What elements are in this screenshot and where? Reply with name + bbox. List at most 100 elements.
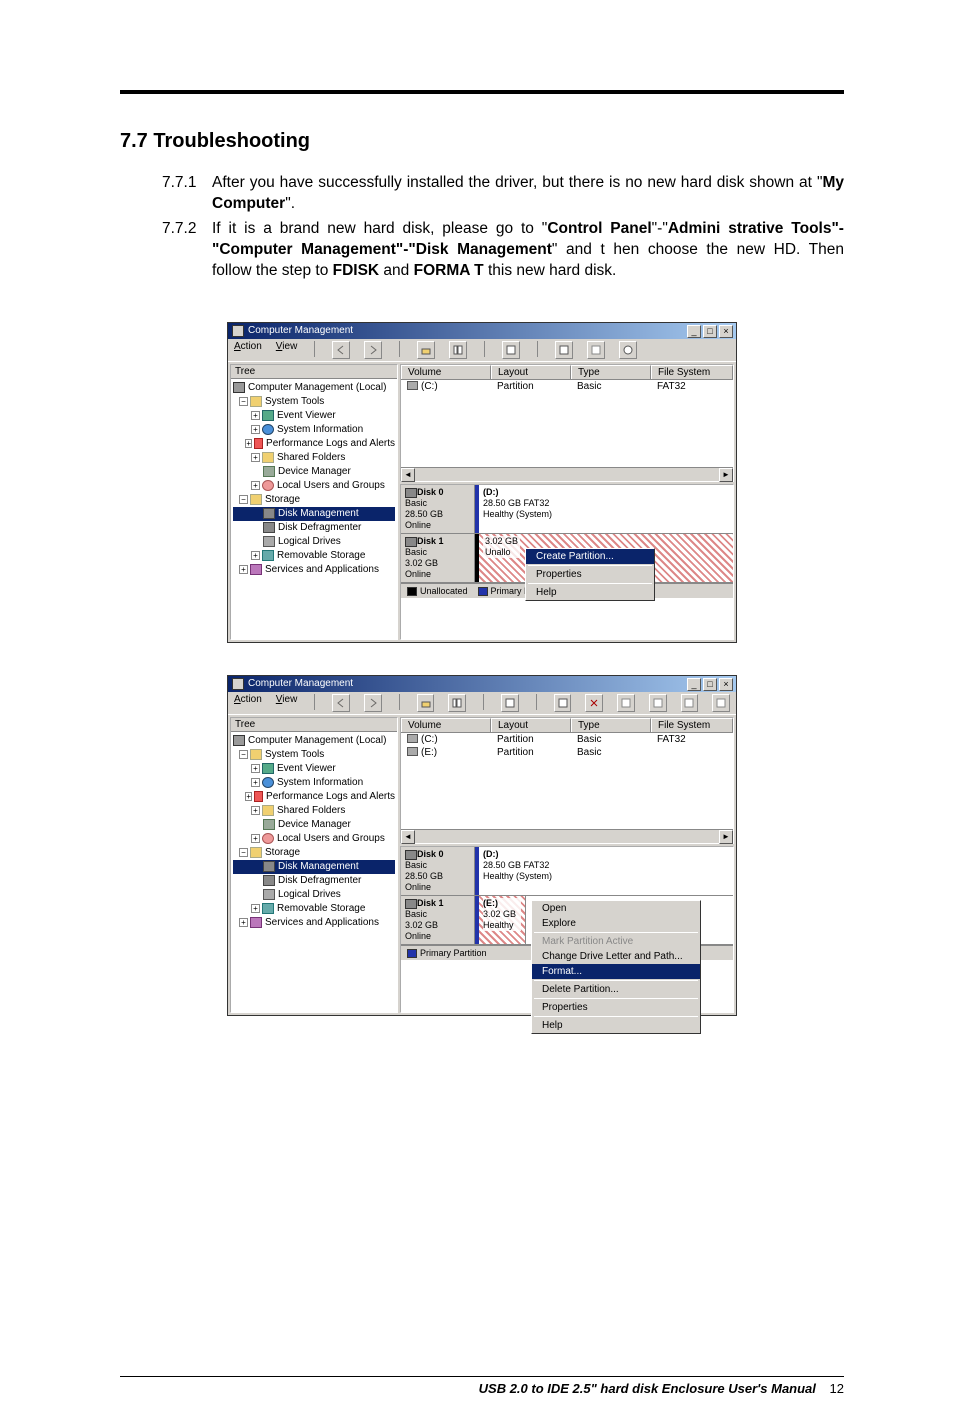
disk-1-partition-e[interactable]: (E:) 3.02 GB Healthy bbox=[475, 896, 525, 944]
tree-disk-management[interactable]: Disk Management bbox=[233, 860, 395, 874]
nav-back-button[interactable] bbox=[332, 694, 350, 712]
menu-properties[interactable]: Properties bbox=[526, 567, 654, 582]
expand-icon[interactable]: + bbox=[251, 778, 260, 787]
menu-action[interactable]: Action bbox=[234, 694, 262, 712]
volume-row-c[interactable]: (C:) Partition Basic FAT32 bbox=[401, 733, 733, 746]
expand-icon[interactable]: + bbox=[251, 425, 260, 434]
scroll-left-button[interactable]: ◄ bbox=[401, 830, 415, 844]
help-button[interactable] bbox=[619, 341, 637, 359]
collapse-icon[interactable]: − bbox=[239, 750, 248, 759]
tree-local-users[interactable]: +Local Users and Groups bbox=[233, 479, 395, 493]
horizontal-scrollbar[interactable]: ◄► bbox=[401, 467, 733, 481]
collapse-icon[interactable]: − bbox=[239, 495, 248, 504]
close-button[interactable]: × bbox=[719, 678, 733, 691]
col-volume[interactable]: Volume bbox=[401, 365, 491, 379]
col-filesystem[interactable]: File System bbox=[651, 365, 733, 379]
tree-disk-management[interactable]: Disk Management bbox=[233, 507, 395, 521]
disk-0-partition[interactable]: (D:) 28.50 GB FAT32 Healthy (System) bbox=[475, 485, 733, 533]
horizontal-scrollbar[interactable]: ◄► bbox=[401, 829, 733, 843]
menu-format[interactable]: Format... bbox=[532, 964, 700, 979]
menu-explore[interactable]: Explore bbox=[532, 916, 700, 931]
toolbar-button[interactable] bbox=[712, 694, 730, 712]
tree-shared-folders[interactable]: +Shared Folders bbox=[233, 804, 395, 818]
up-button[interactable] bbox=[417, 694, 435, 712]
toolbar-button[interactable] bbox=[617, 694, 635, 712]
expand-icon[interactable]: + bbox=[245, 439, 252, 448]
expand-icon[interactable]: + bbox=[251, 551, 260, 560]
toolbar-button[interactable] bbox=[649, 694, 667, 712]
expand-icon[interactable]: + bbox=[251, 481, 260, 490]
tree-tab[interactable]: Tree bbox=[231, 365, 397, 379]
col-volume[interactable]: Volume bbox=[401, 718, 491, 732]
tree-system-info[interactable]: +System Information bbox=[233, 776, 395, 790]
tree-event-viewer[interactable]: +Event Viewer bbox=[233, 762, 395, 776]
properties-button[interactable] bbox=[501, 694, 519, 712]
expand-icon[interactable]: + bbox=[251, 411, 260, 420]
tree-root[interactable]: Computer Management (Local) bbox=[233, 381, 395, 395]
expand-icon[interactable]: + bbox=[251, 764, 260, 773]
collapse-icon[interactable]: − bbox=[239, 397, 248, 406]
menu-delete-partition[interactable]: Delete Partition... bbox=[532, 982, 700, 997]
delete-button[interactable] bbox=[585, 694, 603, 712]
col-filesystem[interactable]: File System bbox=[651, 718, 733, 732]
menu-mark-active[interactable]: Mark Partition Active bbox=[532, 934, 700, 949]
tree-event-viewer[interactable]: +Event Viewer bbox=[233, 409, 395, 423]
menu-properties[interactable]: Properties bbox=[532, 1000, 700, 1015]
col-type[interactable]: Type bbox=[571, 365, 651, 379]
menu-view[interactable]: View bbox=[276, 694, 298, 712]
volume-row-e[interactable]: (E:) Partition Basic bbox=[401, 746, 733, 759]
col-type[interactable]: Type bbox=[571, 718, 651, 732]
disk-0-label[interactable]: Disk 0 Basic 28.50 GB Online bbox=[401, 847, 475, 895]
scroll-left-button[interactable]: ◄ bbox=[401, 468, 415, 482]
menu-create-partition[interactable]: Create Partition... bbox=[526, 549, 654, 564]
tree-device-manager[interactable]: Device Manager bbox=[233, 818, 395, 832]
tree-disk-defrag[interactable]: Disk Defragmenter bbox=[233, 521, 395, 535]
titlebar[interactable]: Computer Management _ □ × bbox=[228, 323, 736, 339]
tree-local-users[interactable]: +Local Users and Groups bbox=[233, 832, 395, 846]
expand-icon[interactable]: + bbox=[239, 565, 248, 574]
menu-open[interactable]: Open bbox=[532, 901, 700, 916]
tree-system-info[interactable]: +System Information bbox=[233, 423, 395, 437]
close-button[interactable]: × bbox=[719, 325, 733, 338]
properties-button[interactable] bbox=[502, 341, 520, 359]
col-layout[interactable]: Layout bbox=[491, 718, 571, 732]
disk-1-label[interactable]: Disk 1 Basic 3.02 GB Online bbox=[401, 896, 475, 944]
collapse-icon[interactable]: − bbox=[239, 848, 248, 857]
col-layout[interactable]: Layout bbox=[491, 365, 571, 379]
disk-0-label[interactable]: Disk 0 Basic 28.50 GB Online bbox=[401, 485, 475, 533]
nav-forward-button[interactable] bbox=[364, 694, 382, 712]
tree-logical-drives[interactable]: Logical Drives bbox=[233, 888, 395, 902]
maximize-button[interactable]: □ bbox=[703, 325, 717, 338]
show-hide-button[interactable] bbox=[449, 341, 467, 359]
menu-help[interactable]: Help bbox=[532, 1018, 700, 1033]
tree-storage[interactable]: −Storage bbox=[233, 493, 395, 507]
tree-tab[interactable]: Tree bbox=[231, 718, 397, 732]
tree-removable-storage[interactable]: +Removable Storage bbox=[233, 902, 395, 916]
tree-services-apps[interactable]: +Services and Applications bbox=[233, 563, 395, 577]
toolbar-button[interactable] bbox=[681, 694, 699, 712]
disk-1-label[interactable]: Disk 1 Basic 3.02 GB Online bbox=[401, 534, 475, 582]
menu-change-drive-letter[interactable]: Change Drive Letter and Path... bbox=[532, 949, 700, 964]
tree-system-tools[interactable]: −System Tools bbox=[233, 748, 395, 762]
show-hide-button[interactable] bbox=[448, 694, 466, 712]
expand-icon[interactable]: + bbox=[239, 918, 248, 927]
refresh-button[interactable] bbox=[555, 341, 573, 359]
nav-forward-button[interactable] bbox=[364, 341, 382, 359]
scroll-right-button[interactable]: ► bbox=[719, 468, 733, 482]
tree-perf-logs[interactable]: +Performance Logs and Alerts bbox=[233, 790, 395, 804]
disk-0-partition[interactable]: (D:) 28.50 GB FAT32 Healthy (System) bbox=[475, 847, 733, 895]
minimize-button[interactable]: _ bbox=[687, 325, 701, 338]
nav-back-button[interactable] bbox=[332, 341, 350, 359]
tree-system-tools[interactable]: −System Tools bbox=[233, 395, 395, 409]
menu-view[interactable]: View bbox=[276, 341, 298, 359]
tree-removable-storage[interactable]: +Removable Storage bbox=[233, 549, 395, 563]
scroll-right-button[interactable]: ► bbox=[719, 830, 733, 844]
tree-storage[interactable]: −Storage bbox=[233, 846, 395, 860]
minimize-button[interactable]: _ bbox=[687, 678, 701, 691]
titlebar[interactable]: Computer Management _ □ × bbox=[228, 676, 736, 692]
tree-device-manager[interactable]: Device Manager bbox=[233, 465, 395, 479]
tree-services-apps[interactable]: +Services and Applications bbox=[233, 916, 395, 930]
expand-icon[interactable]: + bbox=[245, 792, 252, 801]
expand-icon[interactable]: + bbox=[251, 904, 260, 913]
expand-icon[interactable]: + bbox=[251, 453, 260, 462]
